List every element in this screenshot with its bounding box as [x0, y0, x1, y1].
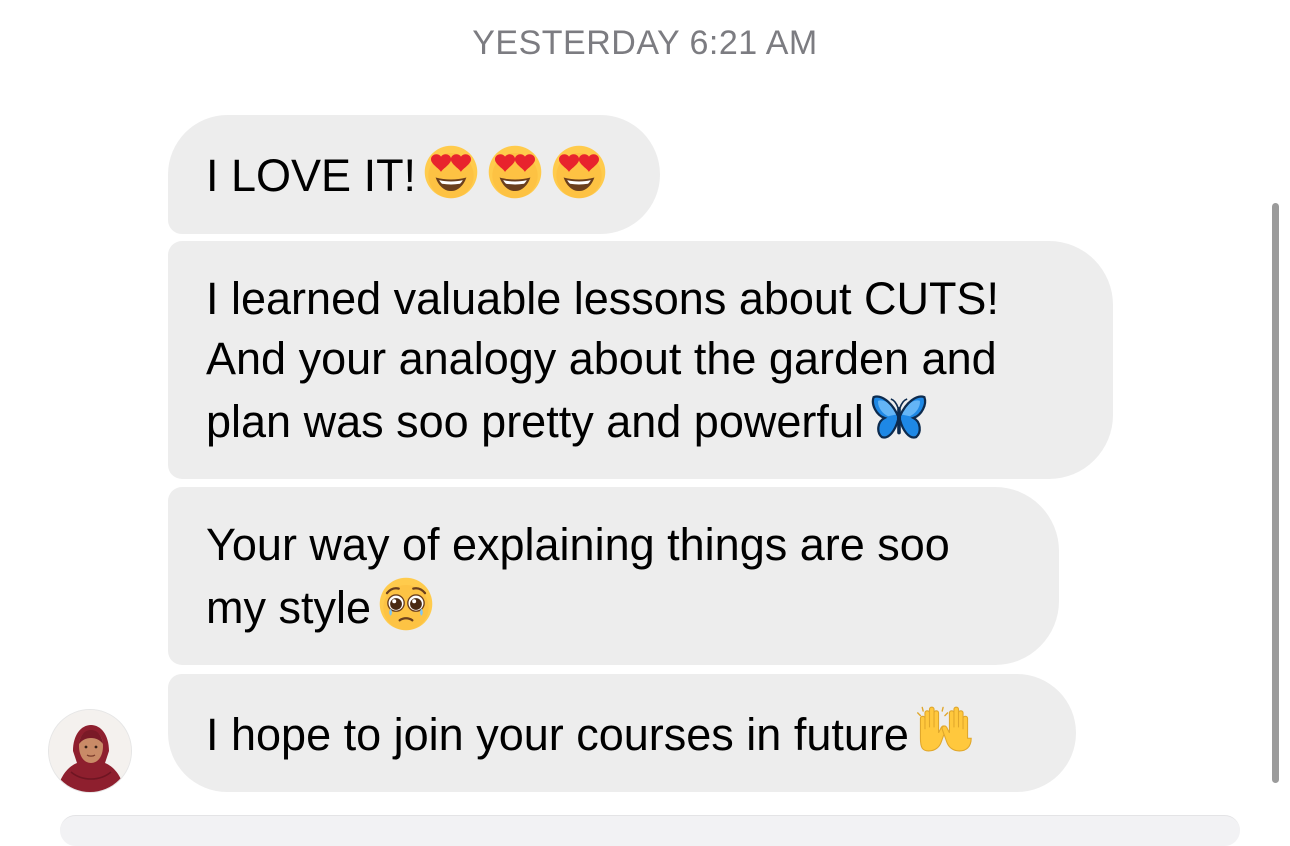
pleading-face-emoji-icon: [377, 575, 435, 633]
scrollbar[interactable]: [1272, 203, 1279, 783]
message-line: I learned valuable lessons about CUTS!: [206, 272, 999, 324]
heart-eyes-emoji-icon: [550, 143, 608, 201]
message-line: I LOVE IT!: [206, 143, 622, 206]
message-text: my style: [206, 581, 372, 633]
message-text: plan was soo pretty and powerful: [206, 395, 864, 447]
heart-eyes-emoji-icon: [486, 143, 544, 201]
message-line: plan was soo pretty and powerful: [206, 389, 1075, 452]
message-bubble[interactable]: I learned valuable lessons about CUTS! A…: [168, 241, 1113, 479]
message-text: I hope to join your courses in future: [206, 708, 909, 760]
message-line: And your analogy about the garden and: [206, 332, 997, 384]
message-bubble[interactable]: I LOVE IT!: [168, 115, 660, 234]
heart-eyes-emoji-icon: [422, 143, 480, 201]
message-composer[interactable]: [60, 815, 1240, 846]
message-line: Your way of explaining things are soo: [206, 518, 950, 570]
conversation-timestamp: YESTERDAY 6:21 AM: [472, 24, 818, 62]
message-bubble[interactable]: I hope to join your courses in future: [168, 674, 1076, 792]
raising-hands-emoji-icon: [915, 702, 973, 760]
sender-avatar[interactable]: [48, 709, 132, 793]
message-line: I hope to join your courses in future: [206, 702, 1038, 765]
butterfly-emoji-icon: [870, 389, 928, 447]
message-line: my style: [206, 575, 1021, 638]
message-bubble[interactable]: Your way of explaining things are soo my…: [168, 487, 1059, 665]
message-text: I LOVE IT!: [206, 150, 417, 201]
